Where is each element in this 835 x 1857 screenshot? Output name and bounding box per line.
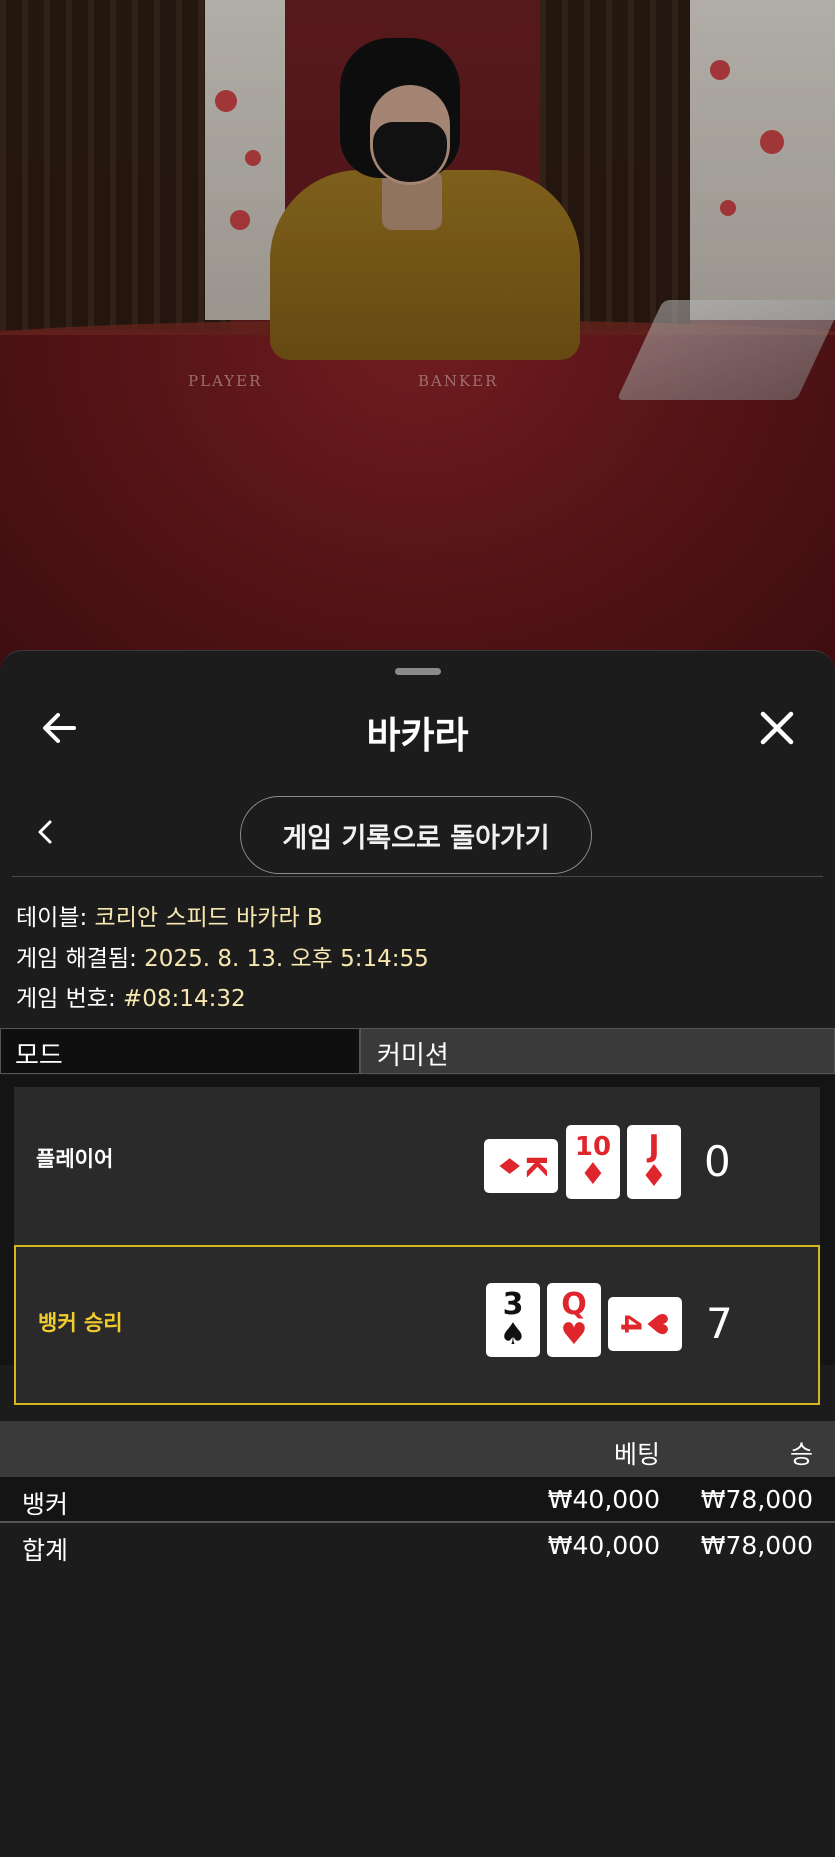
card: J ♦ [627,1125,681,1199]
table-label: 테이블: [16,905,95,931]
video-shade [0,0,835,690]
previous-button[interactable] [30,812,60,852]
tab-mode[interactable]: 모드 [0,1028,360,1074]
sheet-grabber[interactable] [395,668,441,675]
resolved-info: 게임 해결됨: 2025. 8. 13. 오후 5:14:55 [16,939,429,973]
game-number-value: #08:14:32 [123,986,246,1012]
diamond-icon: ♦ [579,1157,607,1192]
heart-icon: ♥ [560,1317,588,1352]
history-nav-row: 게임 기록으로 돌아가기 [0,786,835,876]
player-label: 플레이어 [36,1147,114,1171]
resolved-label: 게임 해결됨: [16,946,145,972]
chevron-left-icon [38,820,52,844]
table-info: 테이블: 코리안 스피드 바카라 B [16,898,323,932]
bet-amount: ₩40,000 [547,1485,660,1514]
card-rank: J [648,1129,660,1164]
banker-score: 7 [706,1299,733,1348]
game-number-info: 게임 번호: #08:14:32 [16,979,246,1013]
win-amount: ₩78,000 [700,1485,813,1514]
bets-header: 베팅 승 [0,1421,835,1477]
banker-win-label: 뱅커 승리 [38,1311,123,1335]
total-win-amount: ₩78,000 [700,1531,813,1560]
win-column-header: 승 [789,1440,813,1469]
tab-commission[interactable]: 커미션 [360,1028,835,1074]
divider [12,876,823,877]
card-rank: K [519,1155,553,1177]
close-icon [760,711,794,745]
live-video-feed: PLAYER BANKER [0,0,835,690]
diamond-icon: ♦ [640,1159,668,1194]
heart-icon: ♥ [640,1311,674,1337]
card: 10 ♦ [566,1125,620,1199]
sheet-header: 바카라 [0,691,835,761]
table-row: 뱅커 ₩40,000 ₩78,000 [0,1477,835,1523]
card: Q ♥ [547,1283,601,1357]
game-number-label: 게임 번호: [16,986,124,1012]
card-rank: Q [561,1287,587,1322]
banker-hand-row: 뱅커 승리 3 ♠ Q ♥ 4 ♥ 7 [14,1245,820,1405]
back-to-history-button[interactable]: 게임 기록으로 돌아가기 [240,796,592,874]
card-rank: 3 [502,1287,524,1322]
close-button[interactable] [752,703,802,753]
diamond-icon: ♦ [492,1153,526,1179]
mode-tabs: 모드 커미션 [0,1028,835,1074]
bet-column-header: 베팅 [613,1440,660,1469]
card: 3 ♠ [486,1283,540,1357]
total-label: 합계 [22,1536,69,1565]
total-bet-amount: ₩40,000 [547,1531,660,1560]
card: ♦ K [484,1139,558,1193]
bet-type-label: 뱅커 [22,1490,69,1519]
sheet-title: 바카라 [366,714,469,757]
table-value: 코리안 스피드 바카라 B [94,905,323,931]
spade-icon: ♠ [499,1317,527,1352]
hands-panel: 플레이어 ♦ K 10 ♦ J ♦ 0 뱅커 승리 3 ♠ Q ♥ 4 ♥ 7 [0,1075,835,1405]
player-hand-row: 플레이어 ♦ K 10 ♦ J ♦ 0 [14,1087,820,1245]
resolved-value: 2025. 8. 13. 오후 5:14:55 [144,946,429,972]
card: 4 ♥ [608,1297,682,1351]
table-row-total: 합계 ₩40,000 ₩78,000 [0,1523,835,1567]
player-score: 0 [704,1137,731,1186]
game-details-sheet: 바카라 게임 기록으로 돌아가기 테이블: 코리안 스피드 바카라 B 게임 해… [0,650,835,1857]
